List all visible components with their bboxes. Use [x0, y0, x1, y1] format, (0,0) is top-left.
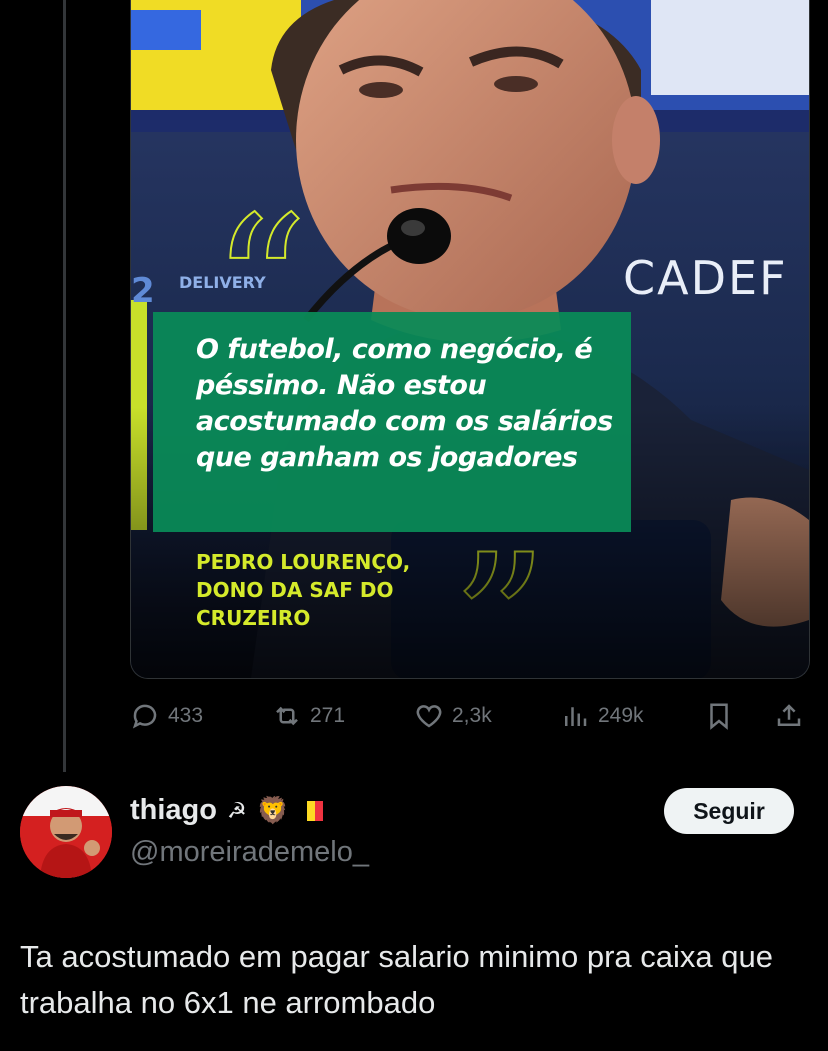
- avatar[interactable]: [20, 786, 112, 878]
- retweet-action[interactable]: 271: [272, 696, 345, 736]
- views-icon: [565, 707, 587, 726]
- reply-icon: [132, 704, 157, 729]
- heart-icon: [416, 705, 442, 728]
- reply-action[interactable]: 433: [130, 696, 203, 736]
- like-action[interactable]: 2,3k: [414, 696, 492, 736]
- tweet-media-image[interactable]: 2 DELIVERY CADEF “ ” O futebol, como: [130, 0, 810, 679]
- flag-icon: [299, 800, 324, 821]
- thread-connector-line: [63, 0, 66, 772]
- bookmark-icon: [710, 703, 728, 730]
- reply-count: 433: [168, 704, 204, 727]
- quote-text: O futebol, como negócio, é péssimo. Não …: [196, 334, 613, 473]
- views-count: 249k: [598, 704, 644, 727]
- bookmark-action[interactable]: [704, 696, 734, 736]
- quote-attribution: PEDRO LOURENÇO, DONO DA SAF DO CRUZEIRO: [196, 550, 411, 630]
- views-action[interactable]: 249k: [560, 696, 644, 736]
- tweet-action-bar: 433 271 2,3k 249k: [130, 696, 808, 736]
- user-handle[interactable]: @moreirademelo_: [130, 836, 369, 869]
- like-count: 2,3k: [452, 704, 492, 727]
- reply-author-row: thiago ☭ 🦁: [130, 794, 324, 827]
- retweet-icon: [276, 706, 298, 726]
- lion-emoji: 🦁: [256, 795, 290, 825]
- share-action[interactable]: [774, 696, 804, 736]
- reply-tweet-text: Ta acostumado em pagar salario minimo pr…: [20, 939, 773, 1020]
- display-name[interactable]: thiago: [130, 794, 217, 827]
- retweet-count: 271: [310, 704, 346, 727]
- hammer-sickle-badge: ☭: [227, 797, 247, 823]
- avatar-image: [20, 786, 112, 878]
- follow-button[interactable]: Seguir: [664, 788, 794, 834]
- share-icon: [777, 704, 801, 726]
